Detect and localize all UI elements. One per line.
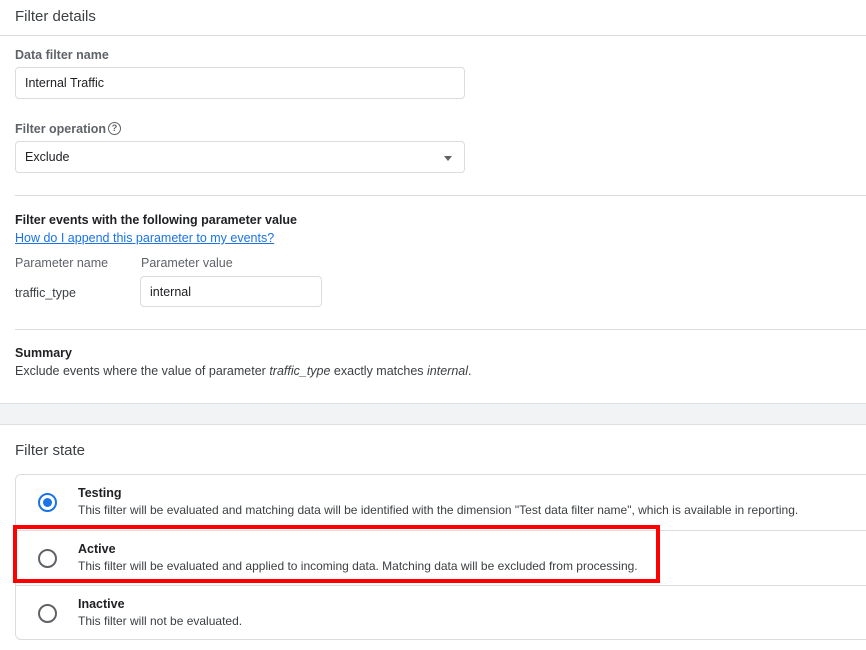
summary-value: internal bbox=[427, 364, 469, 378]
summary-param: traffic_type bbox=[269, 364, 331, 378]
filter-state-option-testing[interactable]: Testing This filter will be evaluated an… bbox=[16, 475, 866, 530]
data-filter-name-input[interactable]: Internal Traffic bbox=[15, 67, 465, 99]
summary-text: Exclude events where the value of parame… bbox=[15, 364, 472, 378]
radio-button-testing[interactable] bbox=[38, 493, 57, 512]
data-filter-name-label: Data filter name bbox=[15, 48, 109, 62]
append-parameter-help-link[interactable]: How do I append this parameter to my eve… bbox=[15, 231, 274, 245]
summary-heading: Summary bbox=[15, 346, 72, 360]
divider bbox=[15, 195, 866, 196]
filter-page: Filter details Data filter name Internal… bbox=[0, 0, 866, 650]
filter-state-options: Testing This filter will be evaluated an… bbox=[15, 474, 866, 640]
option-description: This filter will not be evaluated. bbox=[78, 614, 243, 628]
section-separator-band bbox=[0, 403, 866, 425]
parameter-name-header: Parameter name bbox=[15, 256, 109, 270]
option-label: Inactive bbox=[78, 597, 125, 611]
divider bbox=[15, 329, 866, 330]
filter-operation-value: Exclude bbox=[25, 150, 70, 164]
filter-details-title: Filter details bbox=[15, 8, 96, 25]
option-label: Testing bbox=[78, 486, 122, 500]
radio-button-active[interactable] bbox=[38, 549, 57, 568]
filter-operation-select[interactable]: Exclude bbox=[15, 141, 465, 173]
option-description: This filter will be evaluated and applie… bbox=[78, 559, 638, 573]
help-circle-icon[interactable]: ? bbox=[108, 122, 121, 135]
parameter-value-input[interactable]: internal bbox=[140, 276, 322, 307]
filter-state-title: Filter state bbox=[15, 442, 86, 459]
option-description: This filter will be evaluated and matchi… bbox=[78, 503, 799, 517]
filter-operation-label: Filter operation bbox=[15, 122, 106, 136]
parameter-name-value: traffic_type bbox=[15, 286, 76, 300]
parameter-section-heading: Filter events with the following paramet… bbox=[15, 213, 298, 227]
radio-button-inactive[interactable] bbox=[38, 604, 57, 623]
filter-state-option-inactive[interactable]: Inactive This filter will not be evaluat… bbox=[16, 585, 866, 639]
option-label: Active bbox=[78, 542, 116, 556]
parameter-value-header: Parameter value bbox=[141, 256, 233, 270]
filter-state-option-active[interactable]: Active This filter will be evaluated and… bbox=[16, 530, 866, 585]
caret-down-icon bbox=[444, 156, 452, 161]
filter-details-header: Filter details bbox=[0, 0, 866, 36]
